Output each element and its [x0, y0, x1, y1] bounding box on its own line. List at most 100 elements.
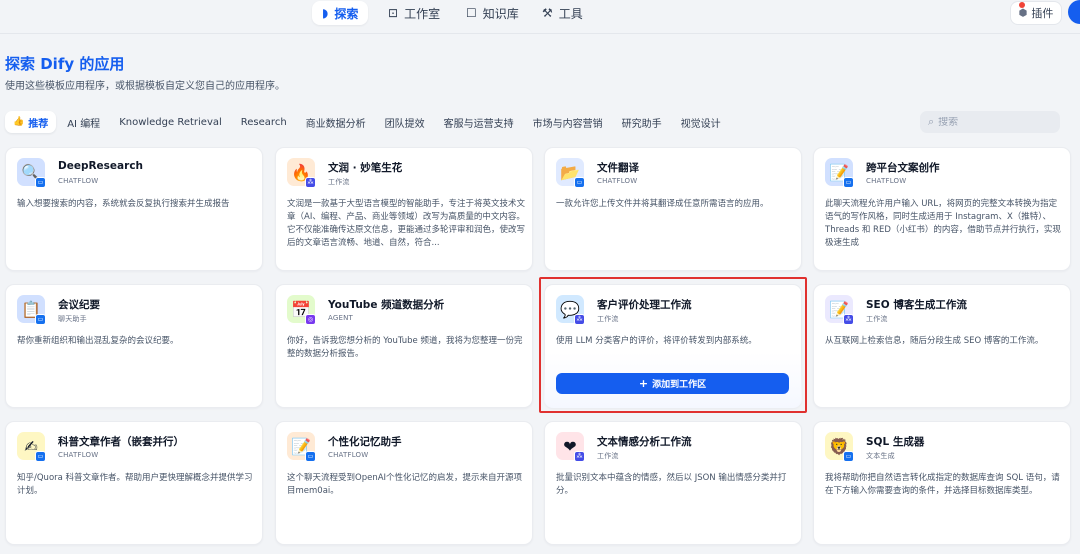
tab-label: Knowledge Retrieval — [119, 116, 222, 128]
tab-label: 客服与运营支持 — [443, 118, 514, 130]
app-card[interactable]: 🦁 ▭ SQL 生成器 文本生成 我将帮助你把自然语言转化成指定的数据库查询 SQL 语… — [813, 421, 1071, 545]
app-type: 工作流 — [328, 178, 350, 186]
app-card[interactable]: 🔍 ▭ DeepResearch CHATFLOW 输入想要搜索的内容，系统就会反复执行… — [5, 147, 263, 271]
app-description: 批量识别文本中蕴含的情感，然后以 JSON 输出情感分类并打分。 — [556, 473, 787, 496]
app-card[interactable]: 📝 ⁂ SEO 博客生成工作流 工作流 从互联网上检索信息，随后分段生成 SEO 博客的… — [813, 284, 1071, 408]
tab-business-analytics[interactable]: 商业数据分析 — [298, 111, 374, 133]
tab-label: 市场与内容营销 — [532, 118, 603, 130]
tab-label: AI 编程 — [67, 118, 101, 130]
app-card[interactable]: ❤ ⁂ 文本情感分析工作流 工作流 批量识别文本中蕴含的情感，然后以 JSON 输出情感… — [544, 421, 802, 545]
app-type: CHATFLOW — [866, 177, 907, 185]
app-name: YouTube 频道数据分析 — [328, 299, 445, 311]
tab-label: 视觉设计 — [680, 118, 721, 130]
app-description: 帮你重新组织和输出混乱复杂的会议纪要。 — [17, 336, 179, 346]
app-name: 个性化记忆助手 — [328, 436, 402, 448]
plugins-label: 插件 — [1031, 7, 1054, 20]
app-type: 工作流 — [597, 452, 619, 460]
nav-divider — [0, 33, 1080, 34]
app-name: 文本情感分析工作流 — [597, 436, 692, 448]
app-description: 输入想要搜索的内容，系统就会反复执行搜索并生成报告 — [17, 199, 230, 209]
app-type: CHATFLOW — [58, 451, 99, 459]
app-type-badge-icon: ⁂ — [305, 177, 316, 188]
app-description: 文润是一款基于大型语言模型的智能助手，专注于将英文技术文章（AI、编程、产品、商… — [287, 199, 525, 248]
app-type: 文本生成 — [866, 452, 895, 460]
app-description: 从互联网上检索信息，随后分段生成 SEO 博客的工作流。 — [825, 336, 1044, 346]
nav-studio[interactable]: ⊡ 工作室 — [378, 1, 450, 25]
app-description: 此聊天流程允许用户输入 URL，将网页的完整文本转换为指定语气的写作风格，同时生… — [825, 199, 1061, 248]
tab-label: 商业数据分析 — [305, 118, 366, 130]
tab-recommended[interactable]: 👍 推荐 — [5, 111, 57, 133]
app-description: 你好，告诉我您想分析的 YouTube 频道，我将为您整理一份完整的数据分析报告… — [287, 336, 523, 359]
app-type-badge-icon: ▭ — [35, 177, 46, 188]
tab-label: 研究助手 — [621, 118, 662, 130]
app-type: 工作流 — [866, 315, 888, 323]
app-type-badge-icon: ▭ — [35, 451, 46, 462]
app-name: 文润 · 妙笔生花 — [328, 162, 403, 174]
app-type-badge-icon: ⁂ — [843, 314, 854, 325]
nav-tools[interactable]: ⚒ 工具 — [532, 1, 593, 25]
nav-knowledge-label: 知识库 — [482, 6, 519, 21]
app-description: 这个聊天流程受到OpenAI个性化记忆的启发，提示来自开源项目mem0ai。 — [287, 473, 523, 496]
app-type-badge-icon: ▭ — [574, 177, 585, 188]
tab-label: Research — [240, 116, 287, 128]
plugin-icon: ⬢ — [1018, 7, 1028, 19]
app-name: 科普文章作者（嵌套并行） — [58, 436, 184, 448]
tab-label: 推荐 — [28, 118, 49, 130]
tab-label: 团队提效 — [384, 118, 425, 130]
category-tabs: 👍 推荐 AI 编程 Knowledge Retrieval Research … — [5, 111, 732, 133]
app-type: CHATFLOW — [597, 177, 638, 185]
hammer-icon: ⚒ — [542, 6, 553, 20]
app-type: CHATFLOW — [58, 177, 99, 185]
search-icon: ⌕ — [928, 115, 935, 128]
app-type-badge-icon: ▭ — [843, 177, 854, 188]
book-icon: ☐ — [466, 6, 477, 20]
app-name: 跨平台文案创作 — [866, 162, 940, 174]
robot-icon: ⊡ — [388, 6, 399, 20]
app-type-badge-icon: ▭ — [305, 451, 316, 462]
top-nav: ◗ 探索 ⊡ 工作室 ☐ 知识库 ⚒ 工具 ⬢ 插件 — [0, 0, 1080, 28]
tab-visual-design[interactable]: 视觉设计 — [673, 111, 729, 133]
app-type-badge-icon: ▭ — [843, 451, 854, 462]
app-card[interactable]: 🔥 ⁂ 文润 · 妙笔生花 工作流 文润是一款基于大型语言模型的智能助手，专注于将英文技… — [275, 147, 533, 271]
app-description: 一款允许您上传文件并将其翻译成任意所需语言的应用。 — [556, 199, 769, 209]
tab-research[interactable]: Research — [233, 111, 295, 133]
nav-knowledge[interactable]: ☐ 知识库 — [456, 1, 529, 25]
search-box[interactable]: ⌕ — [920, 111, 1060, 133]
tab-team-productivity[interactable]: 团队提效 — [377, 111, 433, 133]
app-type-badge-icon: ◎ — [305, 314, 316, 325]
app-type-badge-icon: ▭ — [35, 314, 46, 325]
highlight-box — [539, 277, 807, 413]
notification-dot — [1019, 2, 1025, 8]
thumbs-up-icon: 👍 — [13, 117, 25, 127]
app-type: AGENT — [328, 314, 354, 322]
search-input[interactable] — [938, 116, 1049, 128]
page-subtitle: 使用这些模板应用程序，或根据模板自定义您自己的应用程序。 — [5, 81, 285, 92]
app-card[interactable]: 📋 ▭ 会议纪要 聊天助手 帮你重新组织和输出混乱复杂的会议纪要。 — [5, 284, 263, 408]
app-description: 我将帮助你把自然语言转化成指定的数据库查询 SQL 语句，请在下方输入你需要查询… — [825, 473, 1060, 496]
app-card[interactable]: 📅 ◎ YouTube 频道数据分析 AGENT 你好，告诉我您想分析的 YouTube… — [275, 284, 533, 408]
app-card[interactable]: 📝 ▭ 跨平台文案创作 CHATFLOW 此聊天流程允许用户输入 URL，将网页的完整文… — [813, 147, 1071, 271]
tab-marketing[interactable]: 市场与内容营销 — [525, 111, 611, 133]
tab-research-assistant[interactable]: 研究助手 — [614, 111, 670, 133]
app-type: CHATFLOW — [328, 451, 369, 459]
avatar[interactable] — [1068, 0, 1080, 24]
plugins-button[interactable]: ⬢ 插件 — [1010, 1, 1062, 25]
nav-explore[interactable]: ◗ 探索 — [312, 1, 369, 25]
page-title: 探索 Dify 的应用 — [5, 55, 125, 73]
app-name: 会议纪要 — [58, 299, 100, 311]
app-type: 聊天助手 — [58, 315, 87, 323]
nav-explore-label: 探索 — [334, 6, 359, 21]
tab-customer-service[interactable]: 客服与运营支持 — [436, 111, 522, 133]
tab-ai-coding[interactable]: AI 编程 — [59, 111, 108, 133]
tab-knowledge-retrieval[interactable]: Knowledge Retrieval — [111, 111, 230, 133]
nav-studio-label: 工作室 — [404, 6, 441, 21]
app-card[interactable]: ✍ ▭ 科普文章作者（嵌套并行） CHATFLOW 知乎/Quora 科普文章作者。帮助… — [5, 421, 263, 545]
app-description: 知乎/Quora 科普文章作者。帮助用户更快理解概念并提供学习计划。 — [17, 473, 253, 496]
app-name: 文件翻译 — [597, 162, 639, 174]
app-type-badge-icon: ⁂ — [574, 451, 585, 462]
app-card[interactable]: 📝 ▭ 个性化记忆助手 CHATFLOW 这个聊天流程受到OpenAI个性化记忆的启发，… — [275, 421, 533, 545]
app-name: DeepResearch — [58, 160, 144, 172]
app-card[interactable]: 📂 ▭ 文件翻译 CHATFLOW 一款允许您上传文件并将其翻译成任意所需语言的应用。 — [544, 147, 802, 271]
compass-icon: ◗ — [322, 6, 329, 20]
app-name: SQL 生成器 — [866, 436, 925, 448]
